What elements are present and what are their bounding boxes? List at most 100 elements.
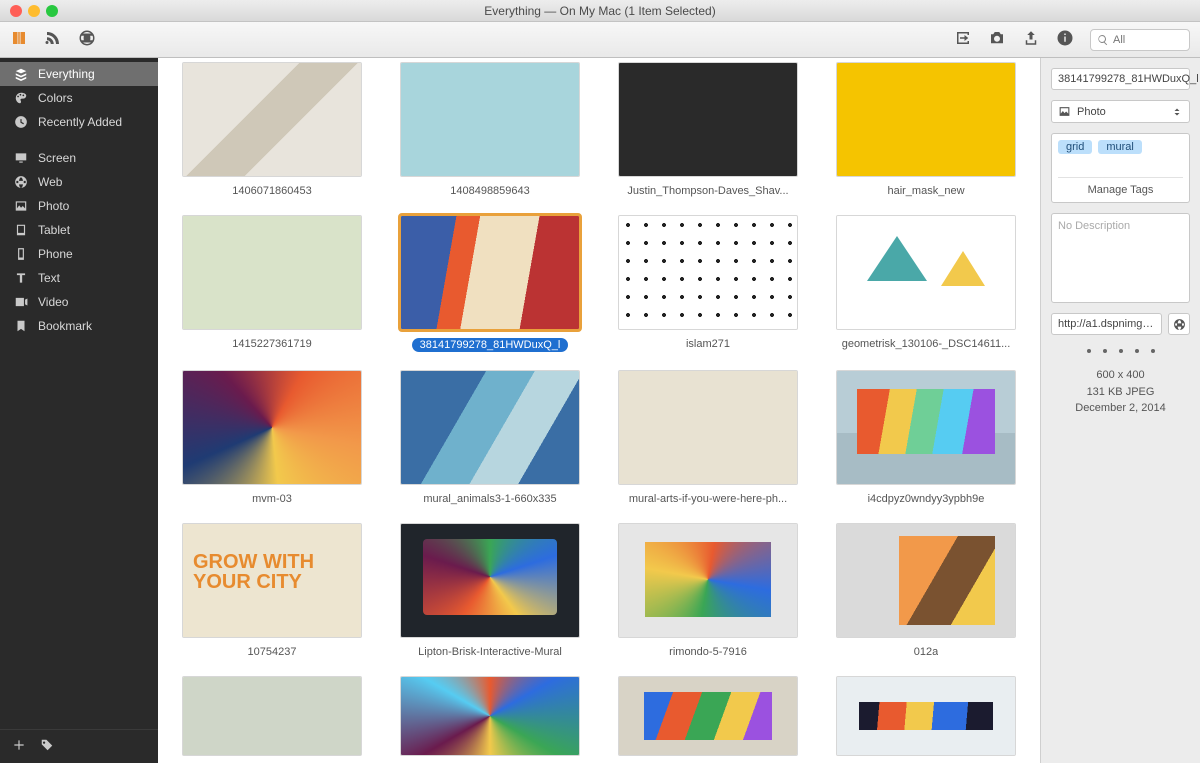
thumbnail-item[interactable]: 1408498859643 [390,62,590,197]
thumbnail-item[interactable]: rimondo-5-7916 [608,523,808,658]
sidebar-item-web[interactable]: Web [0,170,158,194]
thumbnail-item[interactable] [172,676,372,756]
add-icon[interactable] [12,738,26,755]
thumbnail-image[interactable] [836,215,1016,330]
sidebar-item-label: Photo [38,199,69,213]
tag-icon[interactable] [40,738,54,755]
globe-icon[interactable] [78,29,96,50]
sidebar-item-label: Tablet [38,223,70,237]
metadata: 600 x 400 131 KB JPEG December 2, 2014 [1051,367,1190,417]
thumbnail-image[interactable] [400,370,580,485]
thumbnail-item[interactable]: Justin_Thompson-Daves_Shav... [608,62,808,197]
source-url-field[interactable]: http://a1.dspnimg.com/ [1051,313,1162,335]
thumbnail-caption: hair_mask_new [887,185,964,197]
phone-icon [14,247,28,261]
thumbnail-item[interactable]: Lipton-Brisk-Interactive-Mural [390,523,590,658]
thumbnail-caption: geometrisk_130106-_DSC14611... [842,338,1011,350]
thumbnail-image[interactable] [836,62,1016,177]
sidebar-item-photo[interactable]: Photo [0,194,158,218]
sidebar-footer [0,729,158,763]
thumbnail-caption: 10754237 [248,646,297,658]
thumbnail-item[interactable] [608,676,808,756]
thumbnail-image[interactable] [182,676,362,756]
toolbar [0,22,1200,58]
thumbnail-item[interactable]: i4cdpyz0wndyy3ypbh9e [826,370,1026,505]
bookmark-icon [14,319,28,333]
thumbnail-item[interactable]: islam271 [608,215,808,352]
thumbnail-item[interactable]: 1415227361719 [172,215,372,352]
sidebar-item-video[interactable]: Video [0,290,158,314]
sidebar-item-label: Text [38,271,60,285]
thumbnail-item[interactable]: mural-arts-if-you-were-here-ph... [608,370,808,505]
share-icon[interactable] [1022,29,1040,50]
camera-icon[interactable] [988,29,1006,50]
thumbnail-item[interactable]: 38141799278_81HWDuxQ_l [390,215,590,352]
rating-dots[interactable] [1051,345,1190,357]
thumbnail-item[interactable]: mvm-03 [172,370,372,505]
thumbnail-item[interactable]: 10754237 [172,523,372,658]
thumbnail-item[interactable]: hair_mask_new [826,62,1026,197]
sidebar-item-screen[interactable]: Screen [0,146,158,170]
thumbnail-image[interactable] [400,62,580,177]
screen-icon [14,151,28,165]
type-select[interactable]: Photo [1051,100,1190,123]
thumbnail-image[interactable] [400,676,580,756]
thumbnail-item[interactable]: 012a [826,523,1026,658]
thumbnail-item[interactable] [390,676,590,756]
main: Everything Colors Recently Added Screen Web P… [0,58,1200,763]
thumbnail-item[interactable]: mural_animals3-1-660x335 [390,370,590,505]
sidebar: Everything Colors Recently Added Screen Web P… [0,58,158,763]
thumbnail-caption: mural_animals3-1-660x335 [423,493,556,505]
globe-icon [14,175,28,189]
thumbnail-item[interactable]: geometrisk_130106-_DSC14611... [826,215,1026,352]
filesize-label: 131 KB JPEG [1051,384,1190,401]
thumbnail-image[interactable] [400,215,580,330]
tag-mural[interactable]: mural [1098,140,1142,154]
thumbnail-image[interactable] [618,215,798,330]
thumbnail-image[interactable] [182,523,362,638]
photo-icon [14,199,28,213]
sidebar-item-label: Colors [38,91,73,105]
thumbnail-image[interactable] [836,523,1016,638]
palette-icon [14,91,28,105]
sidebar-item-colors[interactable]: Colors [0,86,158,110]
thumbnail-item[interactable] [826,676,1026,756]
library-icon[interactable] [10,29,28,50]
filename-field[interactable]: 38141799278_81HWDuxQ_l [1051,68,1190,90]
tag-grid[interactable]: grid [1058,140,1092,154]
text-icon [14,271,28,285]
open-url-button[interactable] [1168,313,1190,335]
thumbnail-image[interactable] [836,370,1016,485]
stack-icon [14,67,28,81]
sidebar-item-tablet[interactable]: Tablet [0,218,158,242]
thumbnail-image[interactable] [836,676,1016,756]
thumbnail-image[interactable] [618,523,798,638]
search-input[interactable] [1113,34,1173,46]
thumbnail-item[interactable]: 1406071860453 [172,62,372,197]
thumbnail-image[interactable] [400,523,580,638]
thumbnail-image[interactable] [618,676,798,756]
thumbnail-image[interactable] [182,370,362,485]
thumbnail-image[interactable] [182,62,362,177]
content-grid-area[interactable]: 14060718604531408498859643Justin_Thompso… [158,58,1040,763]
rss-icon[interactable] [44,29,62,50]
info-icon[interactable] [1056,29,1074,50]
sidebar-item-bookmark[interactable]: Bookmark [0,314,158,338]
thumbnail-image[interactable] [618,62,798,177]
sidebar-item-label: Web [38,175,62,189]
window-title: Everything — On My Mac (1 Item Selected) [0,4,1200,18]
sidebar-item-phone[interactable]: Phone [0,242,158,266]
globe-icon [1173,318,1186,331]
import-icon[interactable] [954,29,972,50]
tags-box[interactable]: grid mural Manage Tags [1051,133,1190,203]
search-field[interactable] [1090,29,1190,51]
video-icon [14,295,28,309]
sidebar-item-recently-added[interactable]: Recently Added [0,110,158,134]
thumbnail-caption: 1415227361719 [232,338,312,350]
manage-tags-button[interactable]: Manage Tags [1058,177,1183,196]
sidebar-item-text[interactable]: Text [0,266,158,290]
thumbnail-image[interactable] [618,370,798,485]
description-field[interactable]: No Description [1051,213,1190,303]
thumbnail-image[interactable] [182,215,362,330]
sidebar-item-everything[interactable]: Everything [0,62,158,86]
